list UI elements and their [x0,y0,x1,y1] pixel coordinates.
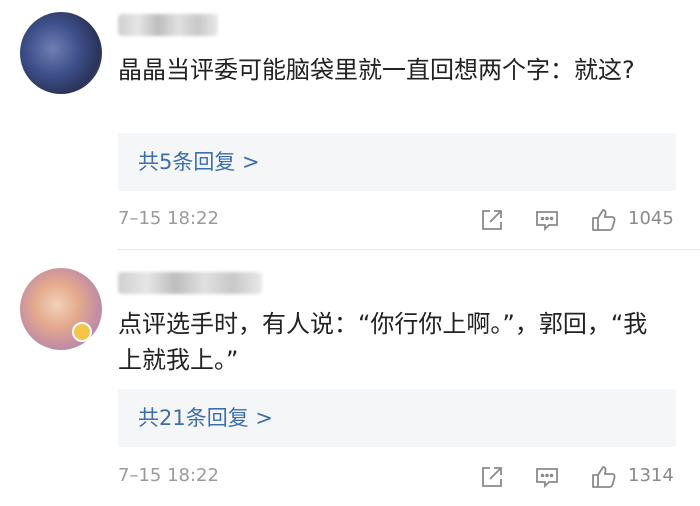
comment-item: 点评选手时，有人说：“你行你上啊。”，郭回，“我上就我上。” 共21条回复 > … [0,0,700,506]
avatar[interactable] [20,268,102,350]
view-replies-label: 共21条回复 > [138,406,273,430]
share-icon[interactable] [478,463,506,491]
view-replies-button[interactable]: 共21条回复 > [118,389,676,447]
comment-icon[interactable] [533,463,561,491]
username-blurred[interactable] [118,272,262,294]
timestamp: 7–15 18:22 [118,465,219,486]
badge-dot [72,322,92,342]
comment-text: 点评选手时，有人说：“你行你上啊。”，郭回，“我上就我上。” [118,310,648,374]
like-count: 1314 [628,465,674,486]
thumbs-up-icon[interactable] [590,463,618,491]
comment-meta: 7–15 18:22 1314 [0,461,700,493]
